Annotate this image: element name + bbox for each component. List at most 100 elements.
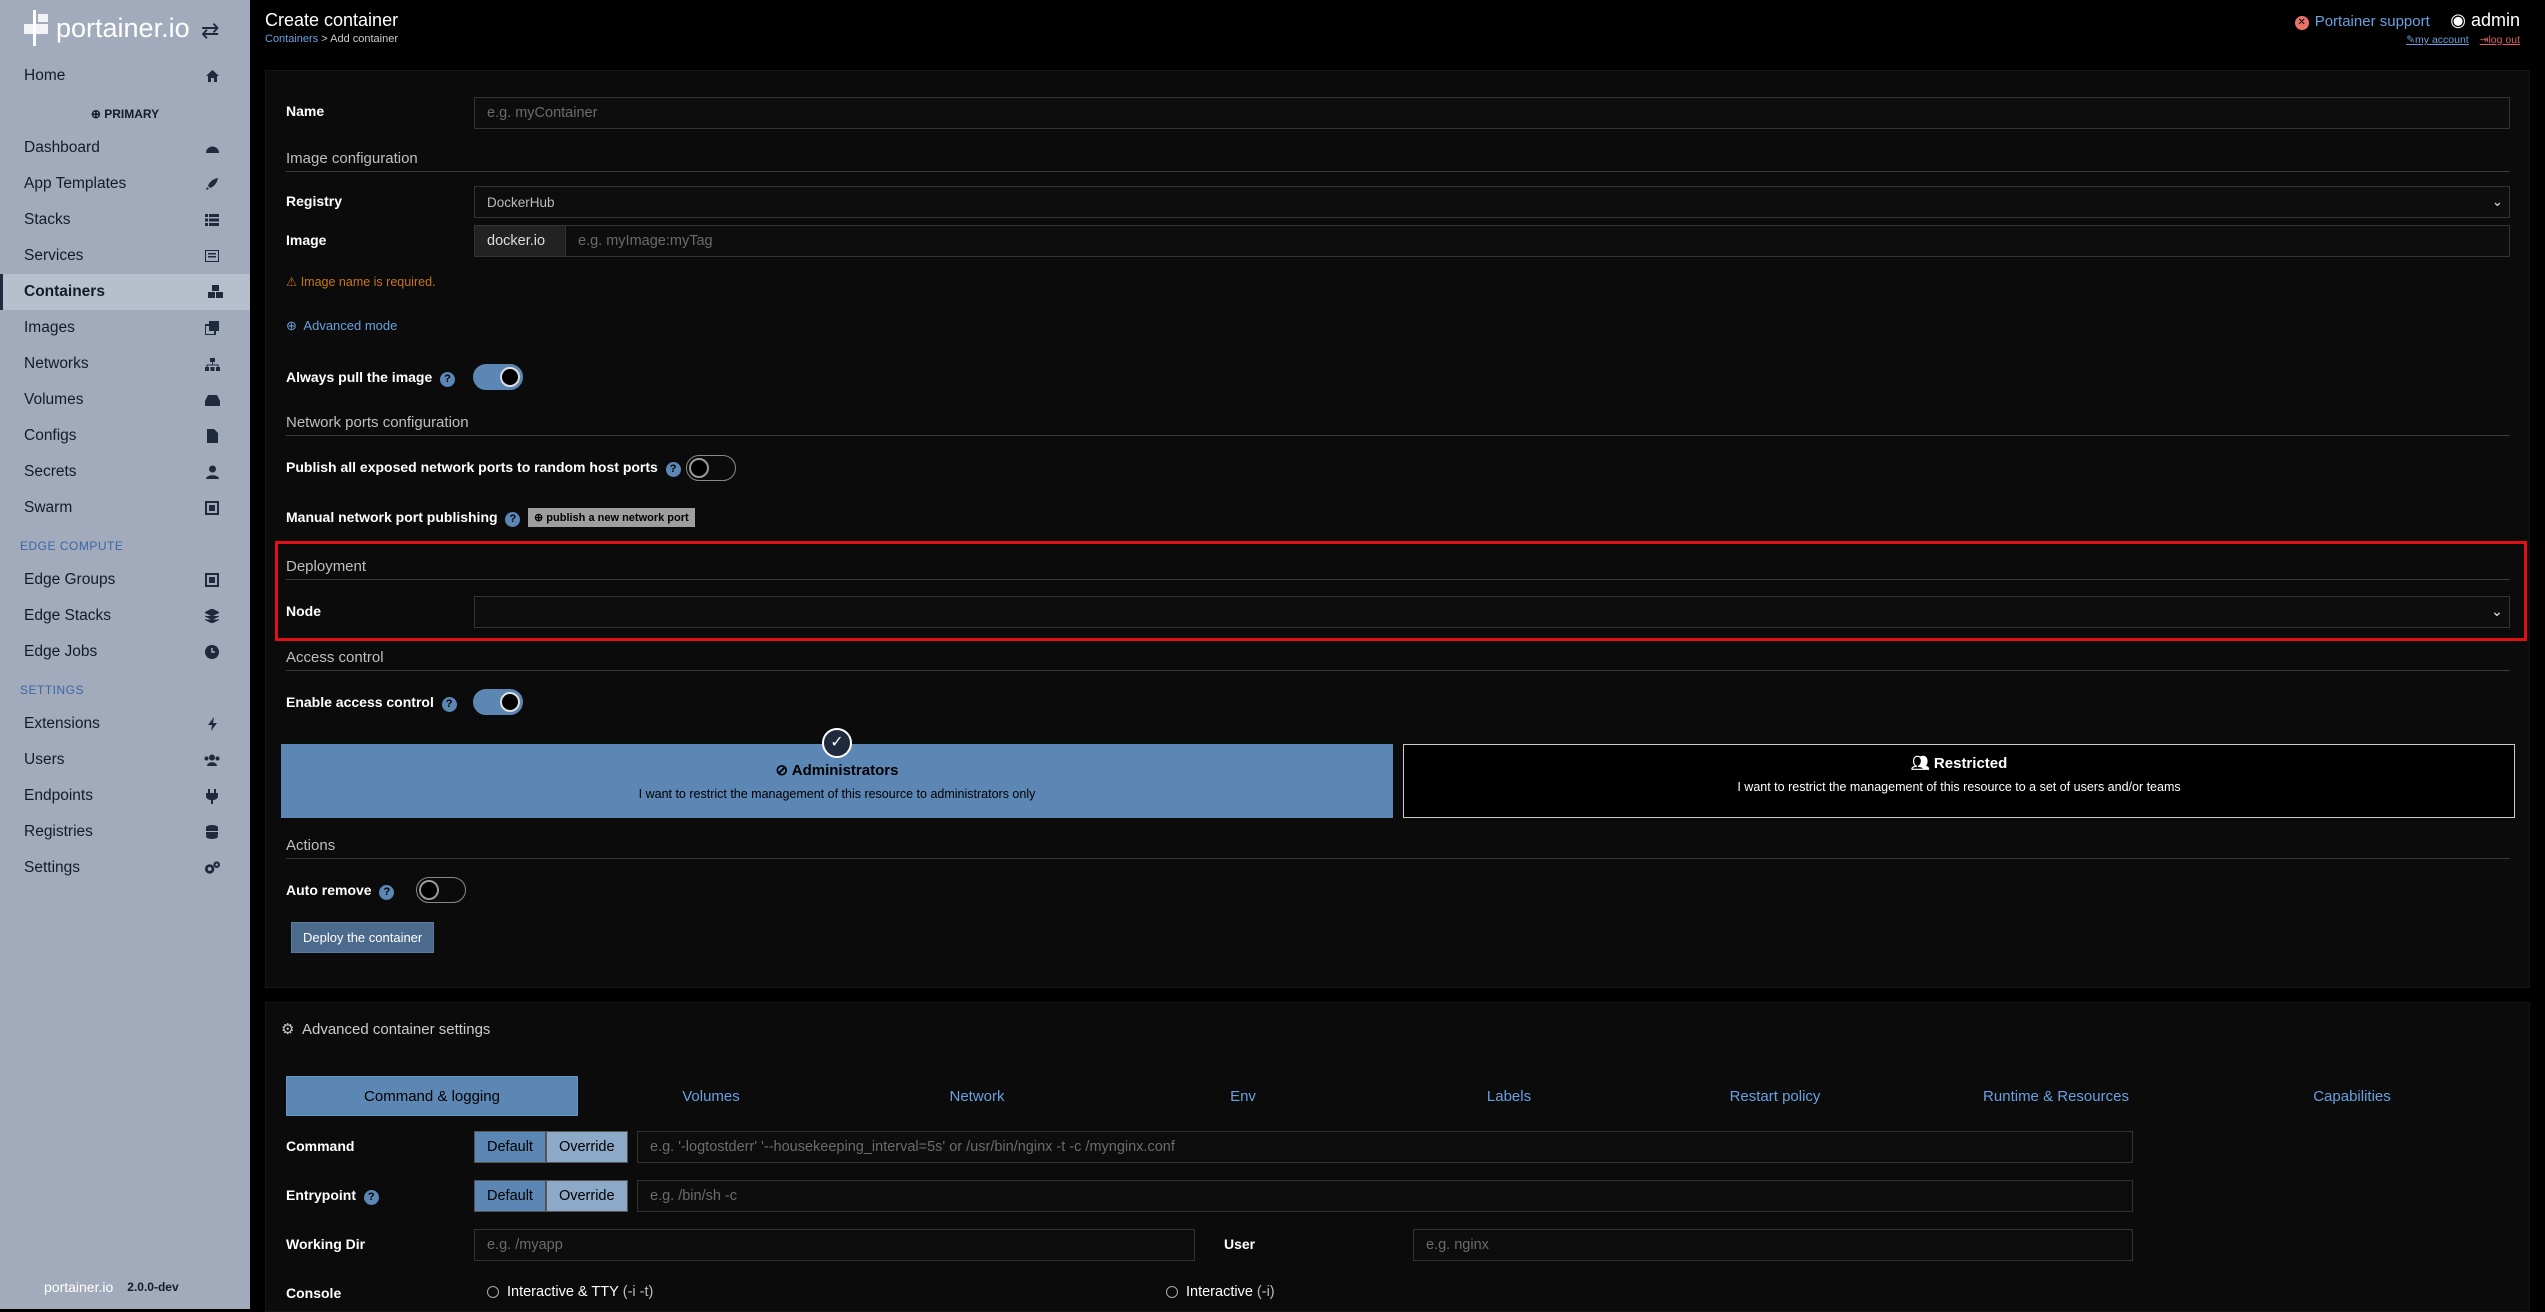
- page-header: Create container Containers > Add contai…: [265, 10, 398, 45]
- administrators-description: I want to restrict the management of thi…: [638, 787, 1036, 801]
- clock-icon: [204, 644, 220, 660]
- publish-new-port-button[interactable]: ⊕ publish a new network port: [528, 508, 695, 527]
- restricted-option[interactable]: 👥︎ Restricted I want to restrict the man…: [1403, 744, 2515, 818]
- exclamation-triangle-icon: ⚠: [286, 275, 298, 289]
- sidebar-item-networks[interactable]: Networks: [0, 346, 250, 382]
- entrypoint-label: Entrypoint ?: [286, 1187, 379, 1205]
- sidebar-item-home[interactable]: Home: [0, 58, 250, 94]
- eye-slash-icon: ⊘: [775, 762, 789, 779]
- sidebar-item-users[interactable]: Users: [0, 742, 250, 778]
- sidebar-item-volumes[interactable]: Volumes: [0, 382, 250, 418]
- sidebar-item-endpoints[interactable]: Endpoints: [0, 778, 250, 814]
- page-title: Create container: [265, 10, 399, 30]
- user-secret-icon: [204, 464, 220, 480]
- question-circle-icon[interactable]: ?: [441, 697, 457, 712]
- sidebar-item-edge-stacks[interactable]: Edge Stacks: [0, 598, 250, 634]
- access-control-toggle[interactable]: [473, 689, 523, 715]
- tab-volumes[interactable]: Volumes: [578, 1076, 844, 1116]
- tab-network[interactable]: Network: [844, 1076, 1110, 1116]
- portainer-support-link[interactable]: ✕ Portainer support: [2294, 13, 2430, 30]
- sidebar-item-settings[interactable]: Settings: [0, 850, 250, 886]
- current-user: ◉ admin: [2450, 10, 2520, 30]
- globe-icon: ⊕: [286, 318, 297, 333]
- hdd-icon: [204, 392, 220, 408]
- sidebar-item-registries[interactable]: Registries: [0, 814, 250, 850]
- breadcrumb: Containers > Add container: [265, 33, 399, 45]
- network-ports-heading: Network ports configuration: [286, 414, 2510, 436]
- sidebar-item-dashboard[interactable]: Dashboard: [0, 130, 250, 166]
- sidebar-item-extensions[interactable]: Extensions: [0, 706, 250, 742]
- sidebar-item-configs[interactable]: Configs: [0, 418, 250, 454]
- tab-capabilities[interactable]: Capabilities: [2204, 1076, 2500, 1116]
- command-override-button[interactable]: Override: [545, 1131, 628, 1163]
- home-icon: [204, 68, 220, 84]
- working-dir-input[interactable]: e.g. /myapp: [474, 1229, 1195, 1261]
- radio-circle[interactable]: [487, 1286, 499, 1298]
- console-label: Console: [286, 1285, 342, 1301]
- logout-link[interactable]: ⇥log out: [2480, 34, 2520, 46]
- check-icon: ✓: [822, 728, 852, 758]
- command-input[interactable]: e.g. '-logtostderr' '--housekeeping_inte…: [637, 1131, 2133, 1163]
- tab-command-logging[interactable]: Command & logging: [286, 1076, 578, 1116]
- sidebar-item-edge-jobs[interactable]: Edge Jobs: [0, 634, 250, 670]
- question-circle-icon[interactable]: ?: [440, 372, 456, 387]
- tab-runtime-resources[interactable]: Runtime & Resources: [1908, 1076, 2204, 1116]
- command-mode-group: Default Override: [474, 1131, 628, 1163]
- image-label: Image: [286, 232, 327, 248]
- working-dir-label: Working Dir: [286, 1236, 366, 1252]
- user-label: User: [1224, 1236, 1256, 1252]
- question-circle-icon[interactable]: ?: [665, 462, 681, 477]
- user-circle-icon: ◉: [2450, 10, 2466, 30]
- my-account-link[interactable]: ✎my account: [2406, 34, 2469, 46]
- command-label: Command: [286, 1138, 355, 1154]
- publish-all-toggle[interactable]: [686, 455, 736, 481]
- clone-icon: [204, 320, 220, 336]
- chevron-down-icon: ⌄: [2490, 604, 2503, 620]
- console-interactive-radio[interactable]: Interactive (-i): [1166, 1284, 1275, 1300]
- tab-env[interactable]: Env: [1110, 1076, 1376, 1116]
- version-label: 2.0.0-dev: [127, 1280, 179, 1294]
- enable-access-control-label: Enable access control ?: [286, 694, 457, 712]
- always-pull-label: Always pull the image ?: [286, 369, 456, 387]
- question-circle-icon[interactable]: ?: [379, 885, 395, 900]
- sidebar-item-app-templates[interactable]: App Templates: [0, 166, 250, 202]
- advanced-mode-link[interactable]: ⊕ Advanced mode: [286, 318, 397, 334]
- deploy-container-button[interactable]: Deploy the container: [291, 922, 435, 953]
- node-select[interactable]: ⌄: [474, 596, 2510, 628]
- sidebar-item-secrets[interactable]: Secrets: [0, 454, 250, 490]
- auto-remove-toggle[interactable]: [416, 877, 466, 903]
- users-icon: 👥︎: [1910, 755, 1930, 772]
- question-circle-icon[interactable]: ?: [505, 512, 521, 527]
- actions-heading: Actions: [286, 837, 2510, 859]
- times-circle-icon: ✕: [2294, 16, 2309, 30]
- name-input[interactable]: e.g. myContainer: [474, 97, 2510, 129]
- list-alt-icon: [204, 248, 220, 264]
- object-group-icon: [204, 572, 220, 588]
- radio-circle[interactable]: [1166, 1286, 1178, 1298]
- breadcrumb-containers-link[interactable]: Containers: [265, 33, 318, 45]
- entrypoint-input[interactable]: e.g. /bin/sh -c: [637, 1180, 2133, 1212]
- sidebar-item-edge-groups[interactable]: Edge Groups: [0, 562, 250, 598]
- entrypoint-override-button[interactable]: Override: [545, 1180, 628, 1212]
- question-circle-icon[interactable]: ?: [363, 1190, 379, 1205]
- sidebar-item-stacks[interactable]: Stacks: [0, 202, 250, 238]
- sidebar-item-swarm[interactable]: Swarm: [0, 490, 250, 526]
- registry-select[interactable]: DockerHub ⌄: [474, 186, 2510, 218]
- sidebar-item-images[interactable]: Images: [0, 310, 250, 346]
- user-input[interactable]: e.g. nginx: [1413, 1229, 2133, 1261]
- tab-restart-policy[interactable]: Restart policy: [1642, 1076, 1908, 1116]
- access-control-heading: Access control: [286, 649, 2510, 671]
- entrypoint-default-button[interactable]: Default: [474, 1180, 546, 1212]
- console-interactive-tty-radio[interactable]: Interactive & TTY (-i -t): [487, 1284, 653, 1300]
- sidebar-item-services[interactable]: Services: [0, 238, 250, 274]
- entrypoint-mode-group: Default Override: [474, 1180, 628, 1212]
- exchange-icon[interactable]: ⇄: [201, 18, 219, 44]
- tab-labels[interactable]: Labels: [1376, 1076, 1642, 1116]
- administrators-title: ⊘ Administrators: [775, 762, 899, 779]
- command-default-button[interactable]: Default: [474, 1131, 546, 1163]
- sidebar-footer: portainer.io 2.0.0-dev: [44, 1279, 179, 1295]
- always-pull-toggle[interactable]: [473, 364, 523, 390]
- portainer-logo[interactable]: portainer.io: [24, 8, 190, 48]
- image-input[interactable]: e.g. myImage:myTag: [565, 225, 2510, 257]
- sidebar-item-containers[interactable]: Containers: [0, 274, 250, 310]
